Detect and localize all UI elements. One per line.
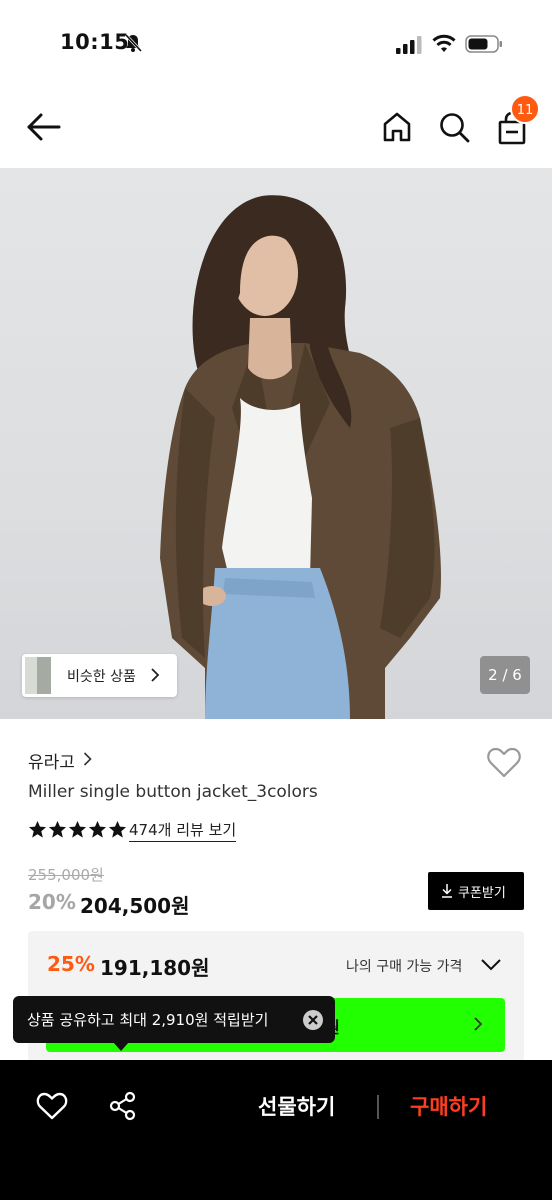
chevron-down-icon[interactable] xyxy=(480,957,502,973)
product-image[interactable]: 비슷한 상품 2 / 6 xyxy=(0,168,552,719)
close-icon[interactable] xyxy=(302,1009,324,1031)
product-title: Miller single button jacket_3colors xyxy=(28,782,318,802)
coupon-download-button[interactable]: 쿠폰받기 xyxy=(428,872,524,910)
back-arrow-icon[interactable] xyxy=(24,108,64,146)
star-icon xyxy=(68,820,87,838)
status-bar: 10:15 xyxy=(0,0,552,90)
heart-icon[interactable] xyxy=(486,745,522,779)
gift-button[interactable]: 선물하기 xyxy=(258,1091,335,1121)
coupon-label: 쿠폰받기 xyxy=(458,886,506,901)
rating-stars xyxy=(28,820,127,840)
status-time: 10:15 xyxy=(60,30,130,54)
heart-icon[interactable] xyxy=(36,1091,68,1121)
similar-products-label: 비슷한 상품 xyxy=(67,669,136,685)
share-icon[interactable] xyxy=(109,1091,137,1121)
top-nav-bar xyxy=(0,90,552,168)
search-icon[interactable] xyxy=(437,110,471,144)
cart-count-badge: 11 xyxy=(510,94,540,124)
chevron-right-icon xyxy=(151,668,160,682)
chevron-right-icon xyxy=(474,1017,483,1031)
battery-icon xyxy=(465,35,502,53)
original-price: 255,000원 xyxy=(28,866,104,884)
chevron-right-icon xyxy=(83,752,92,766)
review-link[interactable]: 474개 리뷰 보기 xyxy=(129,819,237,842)
star-icon xyxy=(88,820,107,838)
brand-link[interactable]: 유라고 xyxy=(28,748,75,773)
star-icon xyxy=(108,820,127,838)
star-icon xyxy=(28,820,47,838)
discount-rate: 20% xyxy=(28,890,76,914)
buy-button[interactable]: 구매하기 xyxy=(410,1091,487,1121)
similar-products-button[interactable]: 비슷한 상품 xyxy=(22,654,177,697)
wifi-icon xyxy=(432,34,456,52)
signal-icon xyxy=(396,36,422,54)
download-icon xyxy=(442,884,452,898)
divider xyxy=(377,1095,379,1119)
tooltip-text: 상품 공유하고 최대 2,910원 적립받기 xyxy=(27,1011,269,1029)
similar-thumbnail xyxy=(37,657,51,694)
home-icon[interactable] xyxy=(380,110,414,144)
my-price-label[interactable]: 나의 구매 가능 가격 xyxy=(346,956,462,976)
bell-muted-icon xyxy=(124,33,143,53)
image-page-counter: 2 / 6 xyxy=(480,656,530,694)
sale-price: 204,500원 xyxy=(80,894,190,918)
best-price: 191,180원 xyxy=(100,956,210,980)
model-photo xyxy=(160,195,441,719)
best-discount-rate: 25% xyxy=(47,952,95,976)
share-reward-tooltip: 상품 공유하고 최대 2,910원 적립받기 xyxy=(13,996,335,1043)
bottom-action-bar: 선물하기 구매하기 xyxy=(0,1060,552,1200)
star-icon xyxy=(48,820,67,838)
tooltip-pointer xyxy=(113,1042,129,1051)
